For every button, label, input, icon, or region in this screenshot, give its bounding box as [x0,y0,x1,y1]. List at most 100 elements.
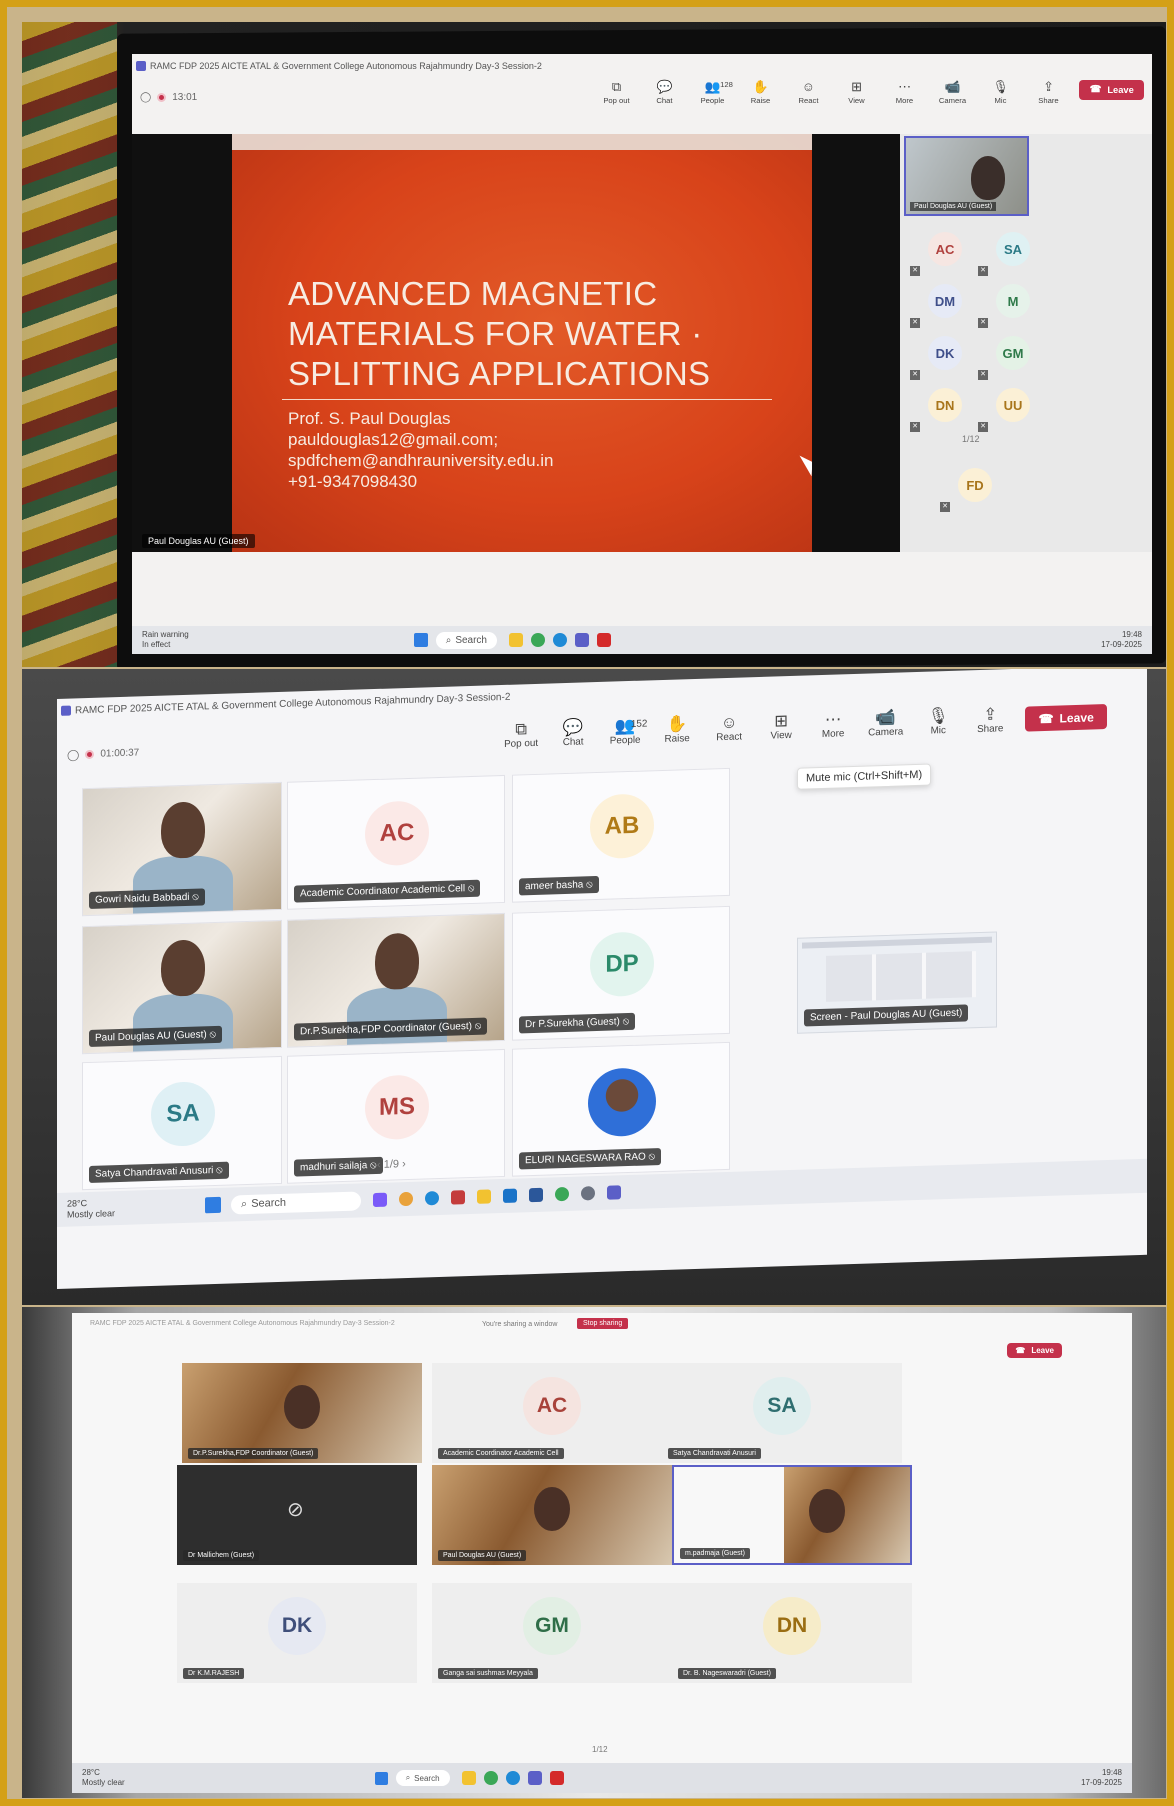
participant-tile[interactable]: SA Satya Chandravati Anusuri [662,1363,902,1463]
participant-face [161,939,205,997]
edge-icon[interactable] [505,1771,520,1785]
teams-icon[interactable] [575,633,589,647]
participant-avatar-tile[interactable]: M ✕ [978,278,1048,328]
participant-tile[interactable]: SA Satya Chandravati Anusuri ⦸ [82,1055,282,1191]
more-icon: ⋯ [898,79,911,94]
word-icon[interactable] [529,1187,544,1203]
participant-tile[interactable]: Paul Douglas AU (Guest) [432,1465,672,1565]
camera-button[interactable]: 📹 Camera [868,708,903,739]
share-button[interactable]: ⇪ Share [1031,78,1065,105]
chrome-icon[interactable] [531,633,545,647]
participant-tile[interactable]: AC Academic Coordinator Academic Cell ⦸ [287,774,505,910]
participant-tile[interactable]: AC Academic Coordinator Academic Cell [432,1363,672,1463]
outlook-icon[interactable] [503,1188,518,1203]
participant-avatar-tile[interactable]: UU ✕ [978,382,1048,432]
taskbar-search[interactable]: ⌕ Search [395,1770,450,1786]
windows-start-icon[interactable] [205,1196,222,1214]
edge-icon[interactable] [553,633,567,647]
participant-avatar-tile[interactable]: FD ✕ [940,462,1010,512]
participant-avatar-tile[interactable]: DK ✕ [910,330,980,380]
participant-tile[interactable]: m.padmaja (Guest) [672,1465,912,1565]
participant-tile[interactable]: GM Ganga sai sushmas Meyyala [432,1583,672,1683]
participant-avatar-tile[interactable]: SA ✕ [978,226,1048,276]
participant-tile[interactable]: ⊘ Dr Mallichem (Guest) [177,1465,417,1565]
participant-tile[interactable]: DN Dr. B. Nageswaradri (Guest) [672,1583,912,1683]
participant-tile[interactable]: ELURI NAGESWARA RAO ⦸ [512,1041,730,1177]
gallery-pager[interactable]: ‹ 1/9 › [377,1158,406,1171]
raise-hand-button[interactable]: ✋ Raise [660,715,694,745]
participant-tile[interactable]: Gowri Naidu Babbadi ⦸ [82,781,282,917]
camera-button[interactable]: 📹 Camera [935,78,969,105]
chrome-icon[interactable] [399,1191,414,1207]
calendar-icon[interactable] [451,1190,466,1205]
participant-tile[interactable]: Dr.P.Surekha,FDP Coordinator (Guest) [182,1363,422,1463]
participant-tile[interactable]: DK Dr K.M.RAJESH [177,1583,417,1683]
participant-face [534,1487,570,1531]
leave-button[interactable]: ☎ Leave [1025,704,1107,732]
more-button[interactable]: ⋯ More [816,710,850,740]
rail-pager[interactable]: 1/12 [962,434,980,444]
leave-button[interactable]: ☎ Leave [1079,80,1144,100]
chrome-alt-icon[interactable] [555,1186,570,1202]
taskbar-apps [509,633,611,647]
stop-sharing-button[interactable]: Stop sharing [577,1318,629,1329]
raise-hand-button[interactable]: ✋ Raise [743,78,777,105]
pop-out-button[interactable]: ⧉ Pop out [504,720,538,750]
avatar: MS [365,1074,429,1141]
taskbar-clock[interactable]: 19:48 17-09-2025 [1081,1768,1122,1788]
profile-photo [588,1067,656,1138]
file-explorer-icon[interactable] [461,1771,476,1785]
mic-button[interactable]: 🎙 Mic [921,707,955,737]
react-button[interactable]: ☺ React [791,78,825,105]
chat-button[interactable]: 💬 Chat [556,718,590,748]
react-button[interactable]: ☺ React [712,713,746,744]
screen-share-thumbnail[interactable]: Screen - Paul Douglas AU (Guest) [797,931,997,1034]
mic-button[interactable]: 🎙 Mic [983,78,1017,105]
view-button[interactable]: ⊞ View [764,712,798,742]
chevron-left-icon[interactable]: ‹ [377,1159,384,1171]
chat-button[interactable]: 💬 Chat [647,78,681,105]
participant-tile[interactable]: Paul Douglas AU (Guest) ⦸ [82,919,282,1055]
participant-tile[interactable]: DP Dr P.Surekha (Guest) ⦸ [512,905,730,1041]
edge-icon[interactable] [425,1190,440,1206]
participant-tile[interactable]: AB ameer basha ⦸ [512,767,730,903]
avatar: AC [365,800,429,867]
participant-name: Academic Coordinator Academic Cell [438,1448,564,1459]
view-button[interactable]: ⊞ View [839,78,873,105]
pop-out-button[interactable]: ⧉ Pop out [599,78,633,105]
file-explorer-icon[interactable] [477,1189,492,1204]
gallery-pager[interactable]: 1/12 [592,1745,608,1754]
toolbar-label: More [821,728,845,740]
weather-widget[interactable]: 28°C Mostly clear [67,1197,115,1221]
mic-off-icon: ✕ [978,422,988,432]
pdf-icon[interactable] [549,1771,564,1785]
windows-start-icon[interactable] [374,1771,388,1785]
file-explorer-icon[interactable] [509,633,523,647]
leave-button[interactable]: ☎ Leave [1007,1343,1062,1358]
weather-widget[interactable]: 28°C Mostly clear [82,1768,125,1788]
people-button[interactable]: 👥 128 People [695,78,733,105]
participant-avatar-tile[interactable]: GM ✕ [978,330,1048,380]
teams-icon[interactable] [607,1185,622,1200]
pdf-icon[interactable] [597,633,611,647]
participant-avatar-tile[interactable]: DN ✕ [910,382,980,432]
taskbar-clock[interactable]: 19:48 17-09-2025 [1101,630,1142,650]
participant-video-tile[interactable]: Paul Douglas AU (Guest) [904,136,1029,216]
weather-widget[interactable]: Rain warning In effect [142,630,189,650]
weather-line1: 28°C [82,1768,100,1777]
share-button[interactable]: ⇪ Share [973,705,1007,735]
participant-tile[interactable]: Dr.P.Surekha,FDP Coordinator (Guest) ⦸ [287,912,505,1048]
mic-off-icon: ✕ [978,318,988,328]
participant-avatar-tile[interactable]: DM ✕ [910,278,980,328]
teams-icon[interactable] [527,1771,542,1785]
copilot-icon[interactable] [373,1192,388,1208]
chrome-icon[interactable] [483,1771,498,1785]
taskbar-search[interactable]: ⌕ Search [231,1190,362,1215]
settings-icon[interactable] [581,1186,596,1201]
people-button[interactable]: 👥 152 People [608,717,648,747]
chevron-right-icon[interactable]: › [402,1158,406,1170]
windows-start-icon[interactable] [413,633,428,647]
participant-avatar-tile[interactable]: AC ✕ [910,226,980,276]
taskbar-search[interactable]: ⌕ Search [435,631,497,649]
more-button[interactable]: ⋯ More [887,78,921,105]
